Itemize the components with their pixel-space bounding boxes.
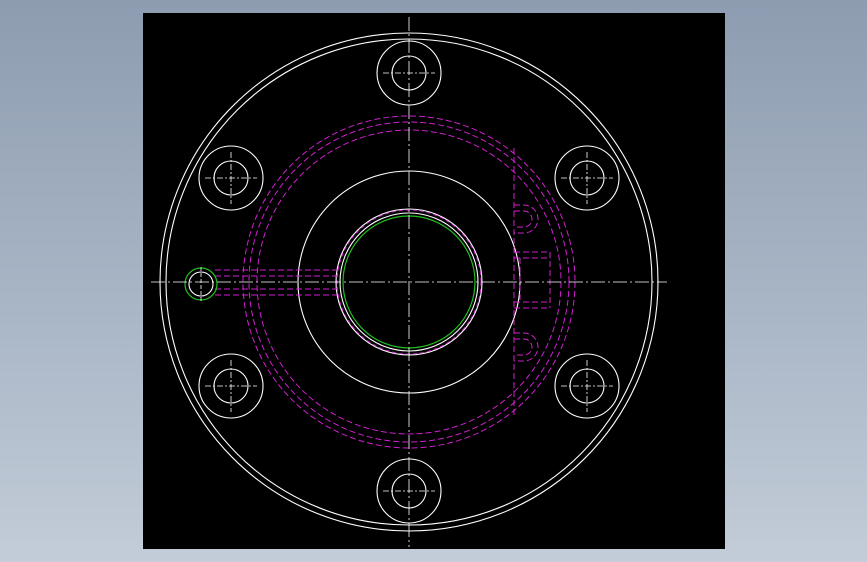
pin-hole-selected-circle	[184, 267, 218, 301]
hidden-oil-passage	[215, 269, 337, 296]
flange-drawing	[151, 17, 667, 547]
hidden-side-slot	[513, 148, 551, 415]
cad-viewport[interactable]	[143, 13, 725, 549]
